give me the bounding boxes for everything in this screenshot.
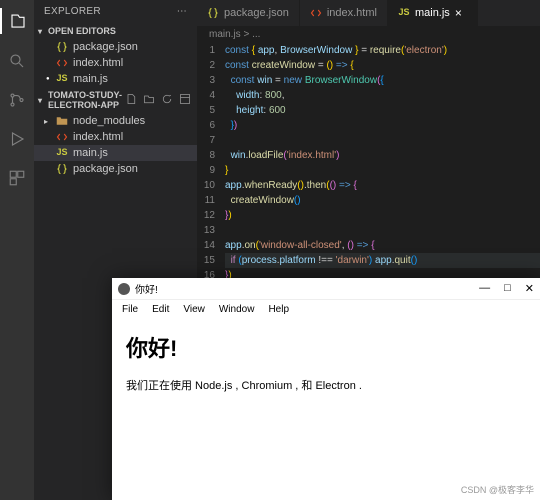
collapse-icon[interactable]: [179, 93, 191, 107]
tree-item[interactable]: JSmain.js: [34, 145, 197, 161]
menu-item[interactable]: Help: [262, 302, 295, 317]
explorer-title: EXPLORER: [44, 6, 101, 17]
app-titlebar[interactable]: 你好! — □ ✕: [112, 278, 540, 300]
breadcrumb[interactable]: main.js > ...: [197, 26, 540, 43]
app-heading: 你好!: [126, 331, 526, 363]
open-editor-item[interactable]: index.html: [34, 55, 197, 71]
menu-item[interactable]: Window: [213, 302, 261, 317]
open-editor-item[interactable]: JSmain.js: [34, 71, 197, 87]
editor-tab[interactable]: package.json: [197, 0, 300, 26]
close-button[interactable]: ✕: [525, 282, 534, 295]
menu-item[interactable]: Edit: [146, 302, 175, 317]
electron-app-window: 你好! — □ ✕ FileEditViewWindowHelp 你好! 我们正…: [112, 278, 540, 500]
app-icon: [118, 283, 130, 295]
tabs: package.jsonindex.htmlJSmain.js×: [197, 0, 540, 26]
more-icon[interactable]: ⋯: [177, 6, 187, 17]
activity-bar: [0, 0, 34, 500]
project-header[interactable]: TOMATO-STUDY-ELECTRON-APP: [34, 87, 197, 113]
editor-tab[interactable]: JSmain.js×: [388, 0, 478, 26]
new-folder-icon[interactable]: [143, 93, 155, 107]
open-editors-header[interactable]: OPEN EDITORS: [34, 23, 197, 39]
editor-tab[interactable]: index.html: [300, 0, 388, 26]
activity-scm[interactable]: [8, 91, 26, 112]
activity-extensions[interactable]: [8, 169, 26, 190]
activity-debug[interactable]: [8, 130, 26, 151]
activity-search[interactable]: [8, 52, 26, 73]
app-menubar: FileEditViewWindowHelp: [112, 300, 540, 319]
app-title: 你好!: [135, 281, 158, 296]
tree-item[interactable]: package.json: [34, 161, 197, 177]
tree-item[interactable]: ▸node_modules: [34, 113, 197, 129]
maximize-button[interactable]: □: [504, 282, 511, 295]
code-editor[interactable]: 12345678910111213141516 const { app, Bro…: [197, 43, 540, 283]
activity-explorer[interactable]: [0, 8, 34, 34]
tree-item[interactable]: index.html: [34, 129, 197, 145]
new-file-icon[interactable]: [125, 93, 137, 107]
open-editor-item[interactable]: package.json: [34, 39, 197, 55]
app-body-text: 我们正在使用 Node.js , Chromium , 和 Electron .: [126, 377, 526, 393]
close-icon[interactable]: ×: [455, 6, 467, 20]
menu-item[interactable]: View: [177, 302, 211, 317]
minimize-button[interactable]: —: [479, 282, 490, 295]
menu-item[interactable]: File: [116, 302, 144, 317]
refresh-icon[interactable]: [161, 93, 173, 107]
watermark: CSDN @极客李华: [461, 483, 534, 496]
